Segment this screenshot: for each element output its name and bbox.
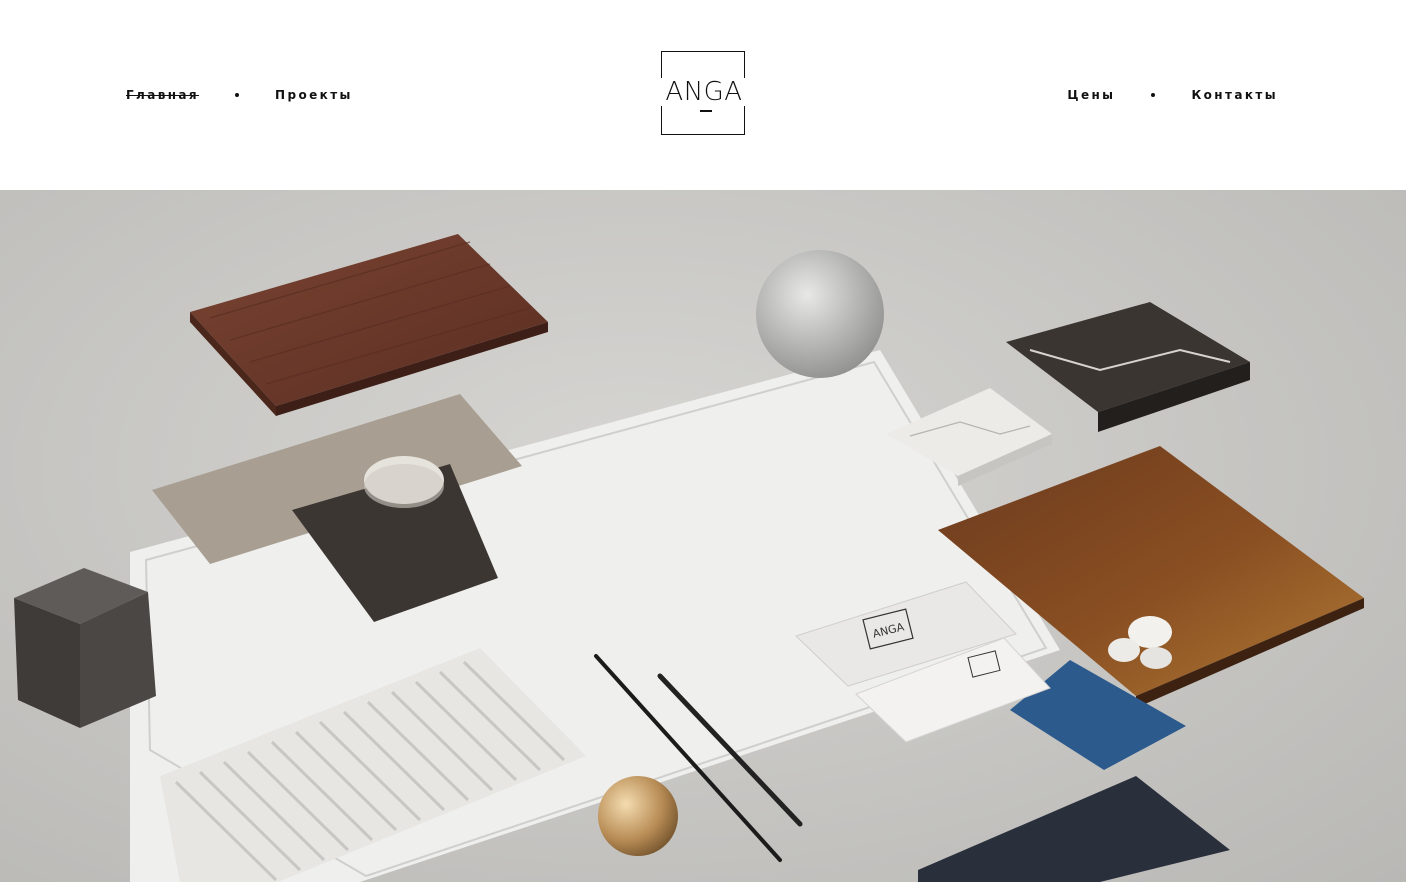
nav-separator-dot: [235, 93, 240, 97]
pebble: [1108, 638, 1140, 662]
nav-link-projects[interactable]: Проекты: [275, 88, 353, 102]
site-header: Главная Проекты ANGA Цены Контакты: [0, 0, 1406, 190]
pebble: [1140, 647, 1172, 669]
hero-moodboard-image: ANGA: [0, 190, 1406, 882]
nav-link-contacts[interactable]: Контакты: [1191, 88, 1278, 102]
navy-tile: [918, 776, 1230, 882]
nav-link-prices[interactable]: Цены: [1067, 88, 1115, 102]
brass-sphere: [598, 776, 678, 856]
site-logo[interactable]: ANGA: [658, 51, 750, 135]
nav-left: Главная Проекты: [126, 88, 353, 102]
logo-underline: [700, 110, 712, 112]
logo-text: ANGA: [658, 78, 750, 106]
moodboard-illustration: ANGA: [14, 234, 1364, 882]
concrete-sphere: [756, 250, 884, 378]
nav-link-home[interactable]: Главная: [126, 88, 199, 102]
nav-right: Цены Контакты: [1067, 88, 1278, 102]
nav-separator-dot: [1151, 93, 1156, 97]
